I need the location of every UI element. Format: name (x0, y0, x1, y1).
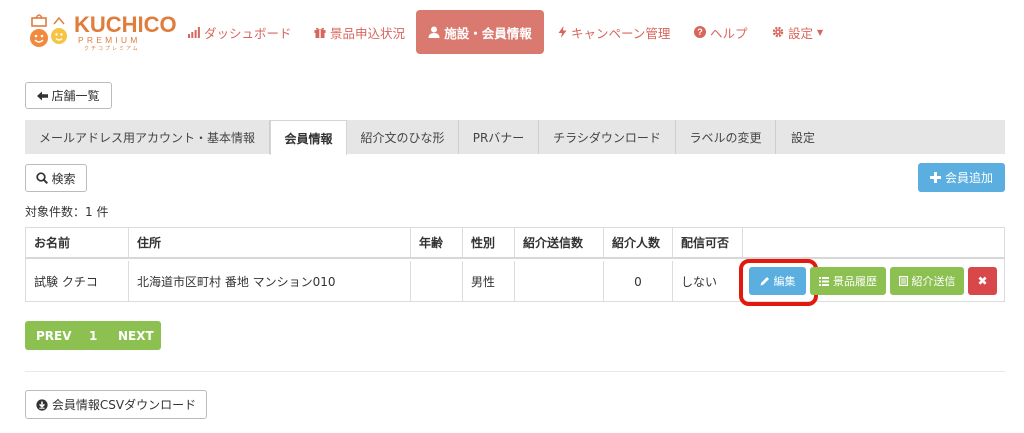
send-referral-label: 紹介送信 (911, 275, 956, 288)
tab-label: メールアドレス用アカウント・基本情報 (38, 130, 255, 145)
gift-icon (314, 27, 326, 38)
tab-account-basic[interactable]: メールアドレス用アカウント・基本情報 (25, 120, 270, 154)
cell-gender: 男性 (463, 261, 515, 302)
nav-label-dashboard: ダッシュボード (204, 25, 292, 41)
send-referral-button[interactable]: 紹介送信 (890, 267, 964, 295)
tab-member-info[interactable]: 会員情報 (270, 120, 347, 155)
bolt-icon (558, 26, 567, 38)
logo[interactable]: KUCHICO PREMIUM クチコプレミアム (28, 8, 177, 52)
search-button[interactable]: 検索 (25, 164, 87, 192)
gear-icon (772, 26, 784, 38)
nav-label-help: ヘルプ (710, 25, 748, 41)
user-icon (428, 26, 440, 38)
download-icon (36, 398, 48, 411)
kids-logo-icon (30, 14, 67, 47)
nav-item-prize-status[interactable]: 景品申込状況 (314, 10, 405, 54)
delete-button[interactable]: ✖ (968, 267, 997, 295)
svg-text:?: ? (697, 27, 703, 37)
tab-flyer-download[interactable]: チラシダウンロード (539, 120, 676, 154)
nav-item-settings[interactable]: 設定 ▼ (772, 10, 823, 54)
store-list-label: 店舗一覧 (51, 89, 100, 103)
nav-label-facility-member: 施設・会員情報 (444, 25, 532, 41)
cell-address: 北海道市区町村 番地 マンション010 (129, 261, 411, 302)
store-list-button[interactable]: 店舗一覧 (25, 82, 112, 109)
section-divider (25, 371, 1005, 372)
caret-down-icon: ▼ (817, 27, 824, 37)
question-icon: ? (694, 26, 706, 38)
tab-label: 紹介文のひな形 (360, 130, 445, 145)
col-header-referral-count: 紹介人数 (604, 228, 673, 259)
cell-delivery: しない (673, 261, 743, 302)
tab-label: PRバナー (472, 130, 525, 145)
search-label: 検索 (51, 171, 76, 186)
nav-label-settings: 設定 (788, 25, 814, 41)
nav-item-facility-member[interactable]: 施設・会員情報 (416, 10, 544, 54)
tab-label: ラベルの変更 (689, 130, 762, 145)
brand-name: KUCHICO (74, 12, 177, 37)
header: KUCHICO PREMIUM クチコプレミアム ダッシュボード 景品申込状況 … (0, 0, 1024, 64)
tab-label: 会員情報 (284, 131, 333, 146)
close-icon: ✖ (977, 274, 988, 288)
tab-label: 設定 (790, 130, 815, 145)
bar-chart-icon (188, 26, 200, 38)
list-icon (819, 276, 829, 286)
arrow-left-icon (37, 91, 49, 100)
col-header-sent-count: 紹介送信数 (515, 228, 604, 259)
tab-label: チラシダウンロード (553, 130, 661, 145)
cell-sent-count (515, 261, 604, 302)
nav-label-prize-status: 景品申込状況 (330, 25, 406, 41)
brand-kana: クチコプレミアム (84, 46, 140, 52)
nav-item-help[interactable]: ? ヘルプ (694, 10, 748, 54)
prize-history-label: 景品履歴 (833, 275, 877, 288)
search-icon (36, 172, 49, 184)
document-icon (898, 276, 908, 286)
result-count: 対象件数：1 件 (25, 205, 109, 219)
pagination-next[interactable]: NEXT (118, 321, 154, 350)
tab-pr-banner[interactable]: PRバナー (459, 120, 539, 154)
nav-item-dashboard[interactable]: ダッシュボード (188, 10, 292, 54)
col-header-actions (743, 228, 1005, 259)
col-header-name: お名前 (26, 228, 129, 259)
brand-sub: PREMIUM (78, 35, 141, 45)
edit-highlight-annotation (739, 259, 818, 306)
col-header-delivery: 配信可否 (673, 228, 743, 259)
col-header-age: 年齢 (411, 228, 463, 259)
pagination-prev[interactable]: PREV (36, 321, 72, 350)
csv-download-button[interactable]: 会員情報CSVダウンロード (25, 390, 207, 419)
prize-history-button[interactable]: 景品履歴 (810, 267, 886, 295)
cell-referral-count: 0 (604, 261, 673, 302)
nav-item-campaign[interactable]: キャンペーン管理 (558, 10, 670, 54)
tab-intro-template[interactable]: 紹介文のひな形 (347, 120, 459, 154)
cell-name: 試験 クチコ (26, 261, 129, 302)
tab-settings[interactable]: 設定 (776, 120, 830, 154)
nav-label-campaign: キャンペーン管理 (571, 25, 671, 41)
pagination-page-1[interactable]: 1 (89, 321, 97, 350)
add-member-label: 会員追加 (944, 171, 993, 185)
pagination: PREV 1 NEXT (25, 321, 161, 350)
plus-icon (929, 172, 941, 183)
csv-download-label: 会員情報CSVダウンロード (51, 398, 197, 412)
col-header-gender: 性別 (463, 228, 515, 259)
cell-age (411, 261, 463, 302)
add-member-button[interactable]: 会員追加 (918, 163, 1005, 192)
tab-bar: メールアドレス用アカウント・基本情報 会員情報 紹介文のひな形 PRバナー チラ… (25, 120, 1005, 155)
col-header-address: 住所 (129, 228, 411, 259)
tab-label-change[interactable]: ラベルの変更 (676, 120, 776, 154)
